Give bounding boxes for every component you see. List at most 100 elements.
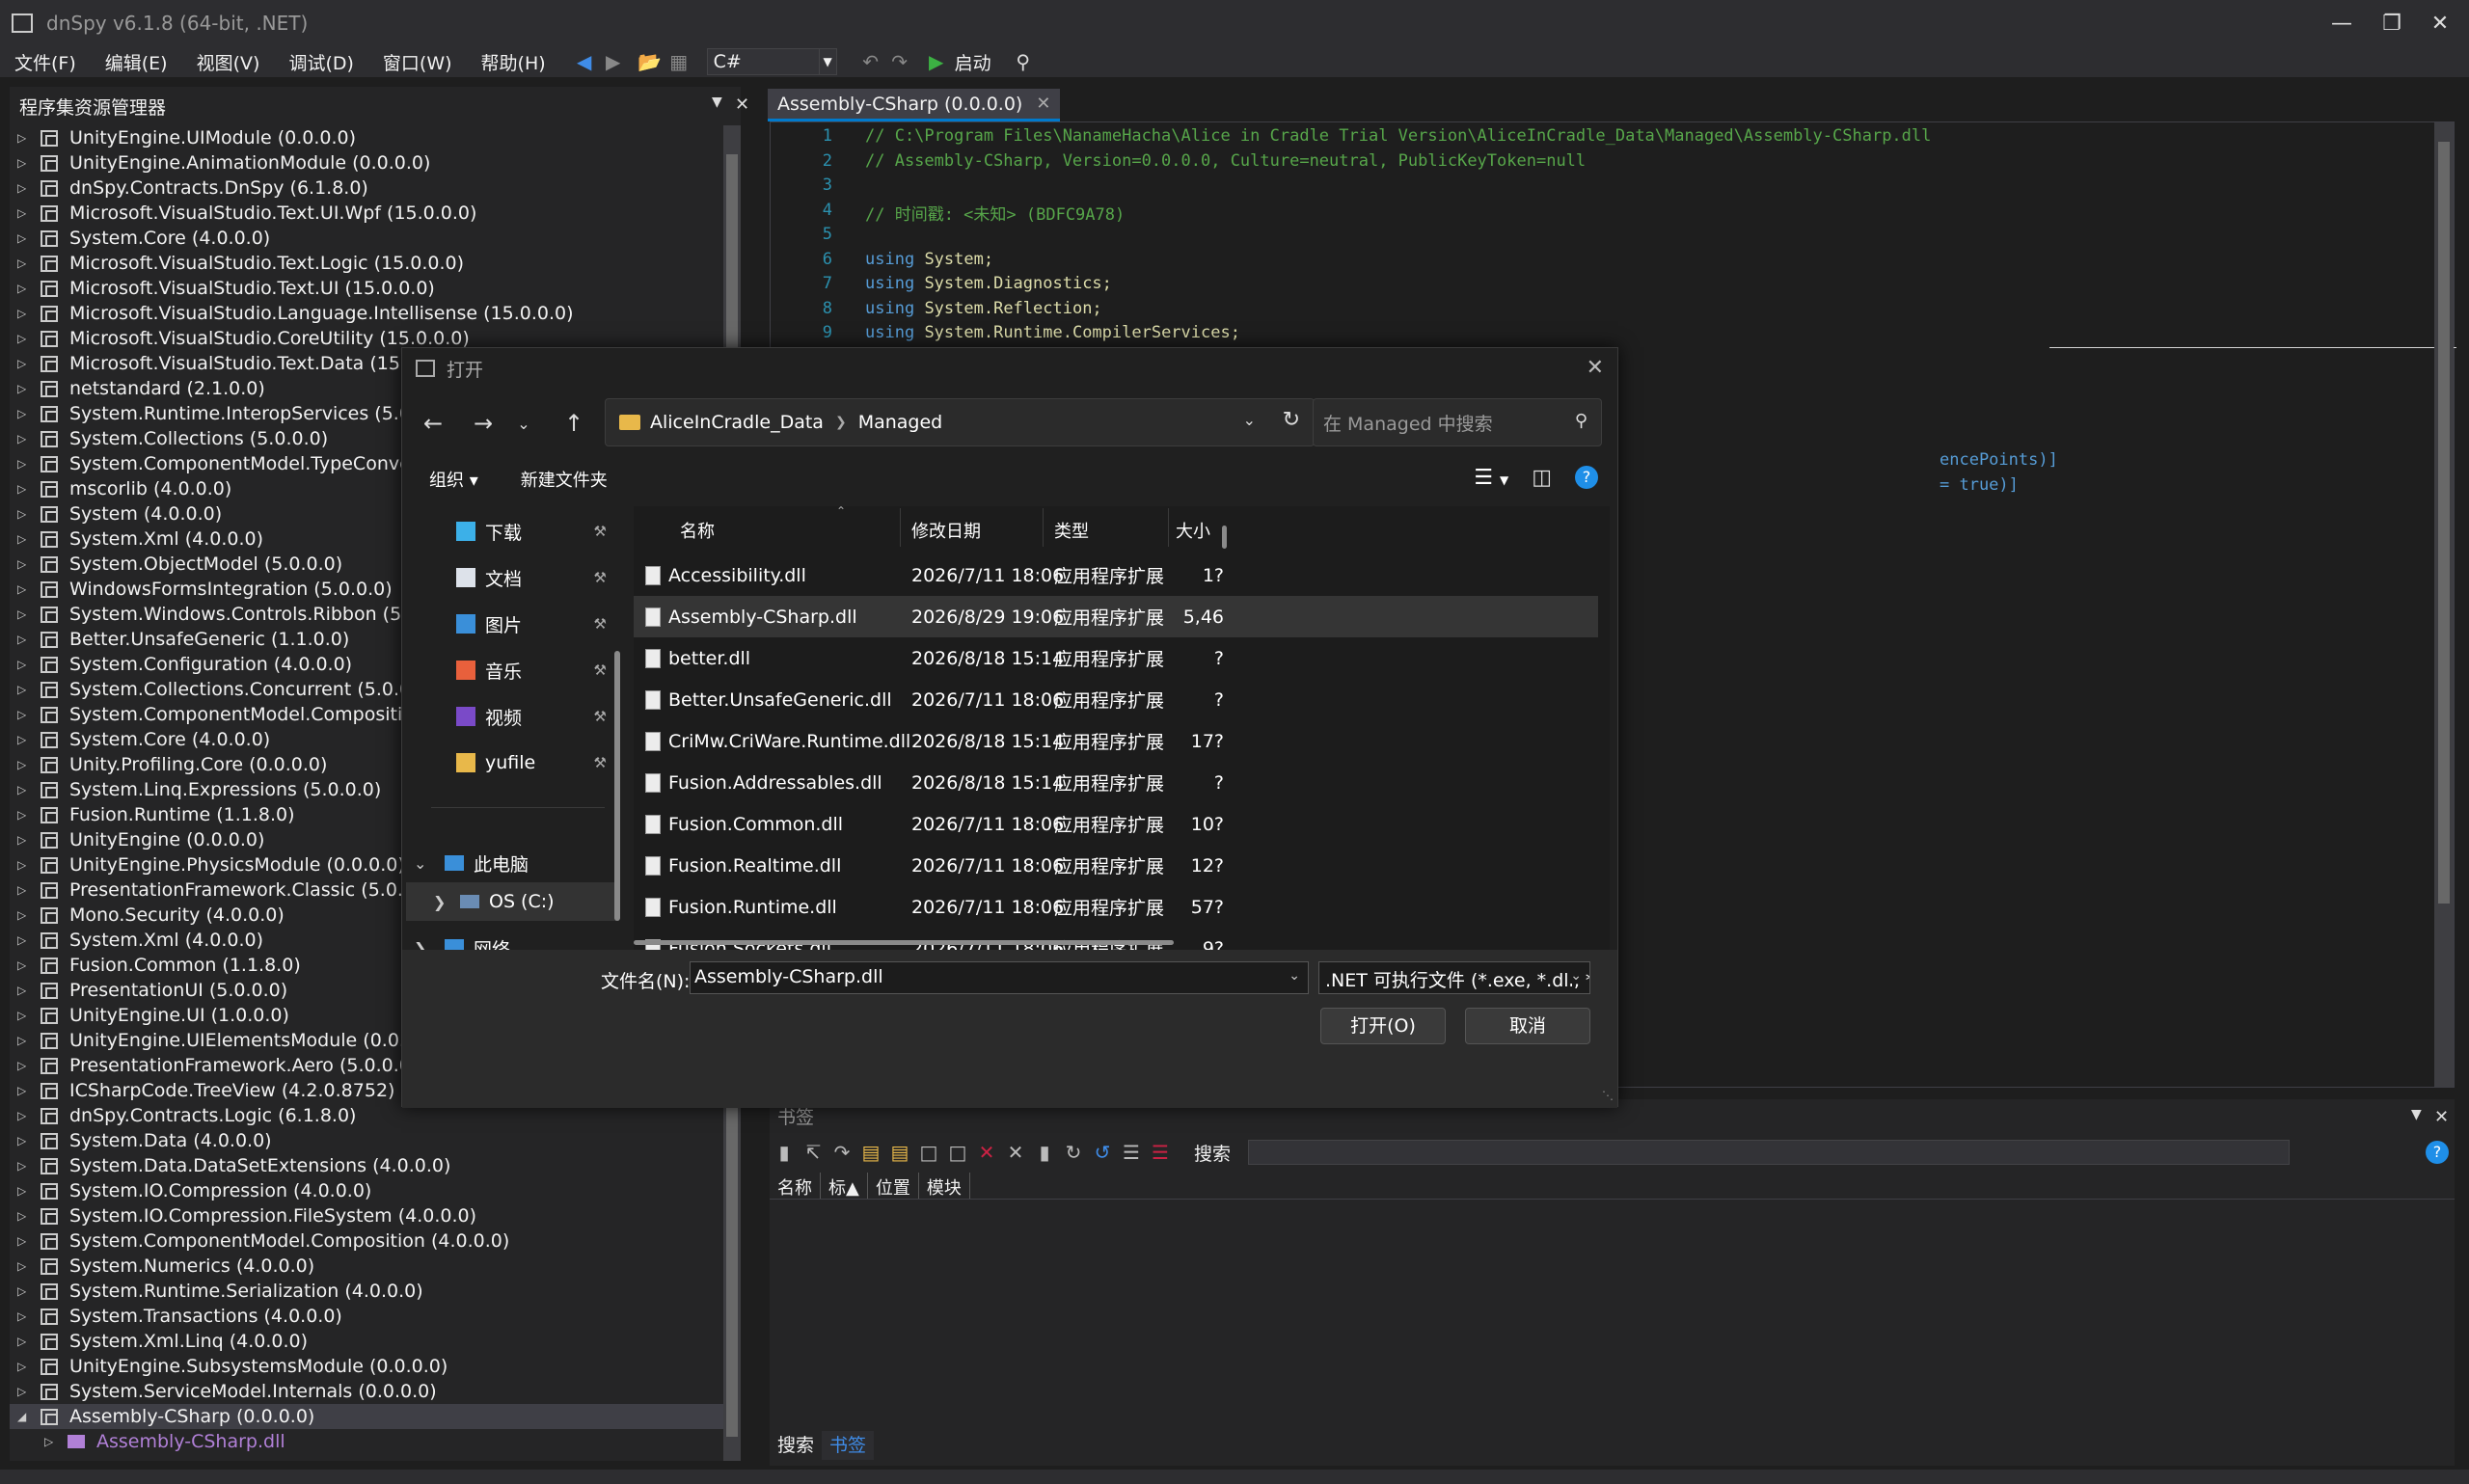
- tree-item[interactable]: ▷ Microsoft.VisualStudio.Text.Logic (15.0…: [10, 251, 728, 276]
- expand-arrow-icon[interactable]: ▷: [17, 883, 31, 897]
- expand-arrow-icon[interactable]: ▷: [17, 958, 31, 972]
- file-row[interactable]: Fusion.Addressables.dll 2026/8/18 15:14 应用…: [634, 762, 1598, 803]
- expand-arrow-icon[interactable]: ▷: [17, 282, 31, 295]
- column-header[interactable]: 模块: [919, 1173, 970, 1199]
- tree-item[interactable]: ▷ System.Core (4.0.0.0): [10, 226, 728, 251]
- sidebar-item-quick[interactable]: yufile ⚒: [402, 743, 626, 782]
- expand-arrow-icon[interactable]: ▷: [17, 1109, 31, 1122]
- file-row[interactable]: Fusion.Realtime.dll 2026/7/11 18:06 应用程序扩展…: [634, 845, 1598, 886]
- tree-item[interactable]: ▷ UnityEngine.SubsystemsModule (0.0.0.0): [10, 1354, 728, 1379]
- expand-arrow-icon[interactable]: ▷: [17, 633, 31, 646]
- view-list-icon[interactable]: ☰ ▼: [1474, 466, 1508, 490]
- column-header[interactable]: 名称: [770, 1173, 821, 1199]
- pin-icon[interactable]: ⚒: [594, 569, 607, 586]
- tree-item[interactable]: ▷ System.ServiceModel.Internals (0.0.0.0): [10, 1379, 728, 1404]
- file-row[interactable]: Fusion.Sockets.dll2026/7/11 18:06应用程序扩展9…: [634, 928, 1598, 950]
- tree-item[interactable]: ▷ System.Data (4.0.0.0): [10, 1128, 728, 1153]
- expand-arrow-icon[interactable]: ▷: [17, 1134, 31, 1147]
- file-row[interactable]: Assembly-CSharp.dll 2026/8/29 19:06 应用程序扩展…: [634, 596, 1598, 637]
- tree-item[interactable]: ▷ System.IO.Compression (4.0.0.0): [10, 1178, 728, 1203]
- column-header-size[interactable]: 大小: [1176, 518, 1210, 543]
- expand-arrow-icon[interactable]: ▷: [17, 156, 31, 170]
- refresh-icon[interactable]: ↻: [1283, 408, 1300, 432]
- breadcrumb-item[interactable]: Managed: [858, 412, 943, 433]
- sidebar-item-quick[interactable]: 文档 ⚒: [402, 558, 626, 597]
- filename-field[interactable]: Assembly-CSharp.dll ⌄: [690, 961, 1309, 994]
- expand-arrow-icon[interactable]: ▷: [17, 382, 31, 395]
- expand-arrow-icon[interactable]: ▷: [17, 1084, 31, 1097]
- file-row[interactable]: Fusion.Runtime.dll 2026/7/11 18:06 应用程序扩展 5…: [634, 886, 1598, 928]
- undo-icon[interactable]: ↶: [856, 47, 885, 76]
- expand-arrow-icon[interactable]: ▷: [17, 708, 31, 721]
- expand-arrow-icon[interactable]: ▷: [17, 1360, 31, 1373]
- expand-arrow-icon[interactable]: ▷: [17, 457, 31, 471]
- breadcrumb-item[interactable]: AliceInCradle_Data: [650, 412, 824, 433]
- sidebar-item-quick[interactable]: 音乐 ⚒: [402, 651, 626, 689]
- file-row[interactable]: CriMw.CriWare.Runtime.dll 2026/8/18 15:14…: [634, 720, 1598, 762]
- bookmarks-search-input[interactable]: [1248, 1140, 2291, 1165]
- expand-arrow-icon[interactable]: ▷: [17, 658, 31, 671]
- expand-arrow-icon[interactable]: ▷: [17, 307, 31, 320]
- expand-arrow-icon[interactable]: ▷: [17, 808, 31, 822]
- open-folder-icon[interactable]: 📂: [636, 47, 665, 76]
- start-button[interactable]: 启动: [955, 49, 991, 75]
- delete-icon[interactable]: ✕: [972, 1138, 1001, 1167]
- document-tab[interactable]: Assembly-CSharp (0.0.0.0) ✕: [768, 89, 1061, 121]
- tree-item[interactable]: ◢ Assembly-CSharp (0.0.0.0): [10, 1404, 728, 1429]
- delete-all-icon[interactable]: ✕: [1001, 1138, 1030, 1167]
- organize-button[interactable]: 组织 ▾: [429, 467, 478, 492]
- tree-item[interactable]: ▷ System.Numerics (4.0.0.0): [10, 1254, 728, 1279]
- expand-arrow-icon[interactable]: ▷: [17, 607, 31, 621]
- file-list-hscroll[interactable]: [634, 940, 1174, 945]
- new-folder-button[interactable]: 新建文件夹: [521, 467, 608, 492]
- prev-folder-icon[interactable]: ▤: [856, 1138, 885, 1167]
- expand-arrow-icon[interactable]: ▷: [17, 1284, 31, 1298]
- chevron-down-icon[interactable]: ⌄: [414, 854, 426, 873]
- filetype-select[interactable]: .NET 可执行文件 (*.exe, *.dll, *. ⌄: [1318, 961, 1590, 994]
- search-icon[interactable]: ⚲: [1009, 47, 1038, 76]
- chevron-down-icon[interactable]: ⌄: [504, 404, 543, 443]
- preview-pane-icon[interactable]: ◫: [1532, 466, 1552, 490]
- goto-icon[interactable]: ↺: [1088, 1138, 1117, 1167]
- close-icon[interactable]: ✕: [1587, 356, 1604, 380]
- column-header-name[interactable]: 名称: [680, 518, 715, 543]
- sidebar-item-quick[interactable]: 视频 ⚒: [402, 697, 626, 736]
- tree-item[interactable]: ▷ Microsoft.VisualStudio.Text.UI.Wpf (15.…: [10, 201, 728, 226]
- expand-arrow-icon[interactable]: ▷: [17, 131, 31, 145]
- tree-item[interactable]: ▷ System.ComponentModel.Composition (4.0.…: [10, 1228, 728, 1254]
- cancel-button[interactable]: 取消: [1465, 1008, 1590, 1044]
- expand-arrow-icon[interactable]: ▷: [17, 683, 31, 696]
- pin-icon[interactable]: ⚒: [594, 661, 607, 679]
- expand-arrow-icon[interactable]: ▷: [17, 1209, 31, 1223]
- open-list-icon[interactable]: ▦: [665, 47, 693, 76]
- tab-search[interactable]: 搜索: [770, 1431, 822, 1460]
- back-arrow-icon[interactable]: ←: [414, 404, 452, 443]
- expand-arrow-icon[interactable]: ▷: [17, 908, 31, 922]
- file-list-vscroll[interactable]: [1222, 526, 1227, 549]
- column-header-date[interactable]: 修改日期: [911, 518, 981, 543]
- chevron-right-icon[interactable]: ❯: [433, 893, 446, 911]
- menu-window[interactable]: 窗口(W): [368, 49, 467, 75]
- next-bookmark-icon[interactable]: ↷: [828, 1138, 856, 1167]
- expand-arrow-icon[interactable]: ▷: [17, 482, 31, 496]
- sidebar-item-quick[interactable]: 图片 ⚒: [402, 605, 626, 643]
- tree-item[interactable]: ▷ dnSpy.Contracts.DnSpy (6.1.8.0): [10, 175, 728, 201]
- expand-arrow-icon[interactable]: ▷: [17, 858, 31, 872]
- chevron-down-icon[interactable]: ⌄: [1243, 411, 1256, 429]
- pin-icon[interactable]: ⚒: [594, 523, 607, 540]
- file-row[interactable]: Fusion.Common.dll 2026/7/11 18:06 应用程序扩展 10…: [634, 803, 1598, 845]
- expand-arrow-icon[interactable]: ▷: [17, 557, 31, 571]
- back-icon[interactable]: ◀: [570, 47, 599, 76]
- expand-arrow-icon[interactable]: ▷: [17, 733, 31, 746]
- expand-arrow-icon[interactable]: ▷: [17, 758, 31, 771]
- tree-item[interactable]: ▷ UnityEngine.AnimationModule (0.0.0.0): [10, 150, 728, 175]
- menu-file[interactable]: 文件(F): [0, 49, 91, 75]
- menu-view[interactable]: 视图(V): [182, 49, 275, 75]
- expand-arrow-icon[interactable]: ▷: [17, 1385, 31, 1398]
- sidebar-item-quick[interactable]: 下载 ⚒: [402, 512, 626, 551]
- file-row[interactable]: better.dll 2026/8/18 15:14 应用程序扩展?: [634, 637, 1598, 679]
- toggle-icon[interactable]: ▮: [1030, 1138, 1059, 1167]
- pin-icon[interactable]: ⚒: [594, 615, 607, 633]
- expand-arrow-icon[interactable]: ▷: [17, 507, 31, 521]
- expand-arrow-icon[interactable]: ▷: [17, 332, 31, 345]
